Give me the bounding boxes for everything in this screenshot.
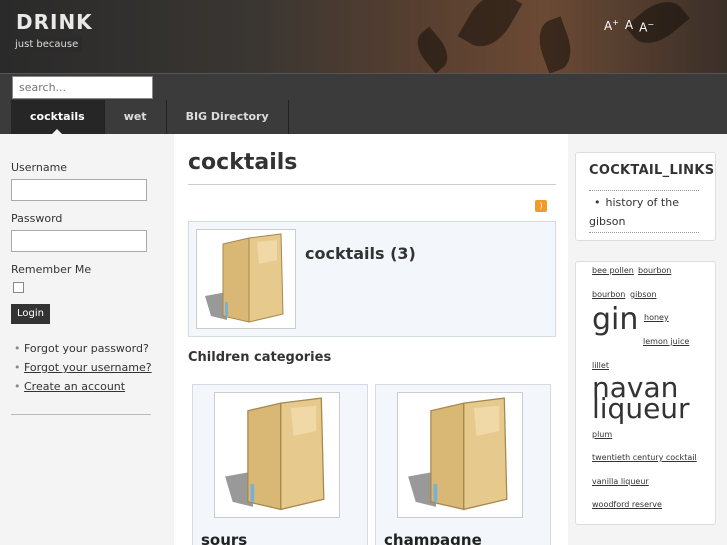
font-increase-button[interactable]: A+	[604, 18, 619, 34]
list-item: Create an account	[14, 380, 152, 393]
create-account-link[interactable]: Create an account	[24, 380, 125, 393]
site-logo[interactable]: DRINK	[16, 10, 93, 34]
nav-tabs: cocktails wet BIG Directory	[11, 100, 289, 134]
site-tagline: just because	[11, 37, 83, 52]
header-leaf-decoration	[457, 0, 523, 56]
child-category-sours: sours	[192, 384, 368, 545]
folder-icon	[205, 233, 284, 323]
child-thumbnail[interactable]	[214, 392, 340, 518]
tag-link[interactable]: bourbon	[592, 290, 625, 299]
username-field[interactable]	[11, 179, 147, 201]
font-increase-label: A	[604, 19, 613, 33]
child-thumbnail[interactable]	[397, 392, 523, 518]
tag-link[interactable]: woodford reserve	[592, 500, 662, 509]
child-category-link[interactable]: sours	[201, 531, 247, 545]
main-navbar: cocktails wet BIG Directory	[0, 73, 727, 134]
password-label: Password	[11, 212, 63, 225]
cocktail-links-module: COCKTAIL_LINKS history of the gibson	[575, 152, 716, 241]
category-link[interactable]: cocktails (3)	[305, 244, 416, 263]
page-title: cocktails	[188, 150, 298, 175]
right-sidebar: COCKTAIL_LINKS history of the gibson bee…	[568, 134, 727, 545]
username-label: Username	[11, 161, 68, 174]
tag-link[interactable]: vanilla liqueur	[592, 477, 649, 486]
tab-cocktails[interactable]: cocktails	[11, 100, 105, 134]
divider	[589, 232, 699, 233]
tab-big-directory[interactable]: BIG Directory	[167, 100, 289, 134]
tag-link[interactable]: gin	[592, 302, 638, 337]
tag-link[interactable]: bourbon	[638, 266, 671, 275]
divider	[188, 184, 556, 185]
login-links: Forgot your password? Forgot your userna…	[14, 342, 152, 399]
child-category-champagne: champagne	[375, 384, 551, 545]
remember-me-checkbox[interactable]	[13, 282, 24, 293]
module-title: COCKTAIL_LINKS	[589, 163, 715, 178]
category-panel: cocktails (3)	[188, 221, 556, 337]
tag-link[interactable]: plum	[592, 430, 612, 439]
remember-me-label: Remember Me	[11, 263, 92, 276]
search-input[interactable]	[12, 76, 153, 99]
folder-icon	[408, 397, 508, 511]
font-size-controls: A+ A A−	[604, 18, 654, 34]
folder-icon	[225, 397, 325, 511]
main-content: cocktails ) cocktails (3) Children categ…	[174, 134, 568, 545]
tab-wet[interactable]: wet	[105, 100, 167, 134]
category-thumbnail[interactable]	[196, 229, 296, 329]
forgot-password-link[interactable]: Forgot your password?	[24, 342, 149, 355]
list-item: Forgot your username?	[14, 361, 152, 374]
rss-feed-icon[interactable]: )	[535, 200, 547, 212]
tag-link[interactable]: twentieth century cocktail	[592, 453, 697, 462]
site-header: DRINK just because A+ A A−	[0, 0, 727, 73]
login-sidebar: Username Password Remember Me Login Forg…	[0, 134, 174, 545]
font-reset-button[interactable]: A	[625, 18, 633, 34]
history-of-gibson-link[interactable]: history of the gibson	[589, 193, 699, 231]
children-heading: Children categories	[188, 350, 332, 365]
divider	[589, 190, 699, 191]
child-category-link[interactable]: champagne	[384, 531, 482, 545]
tag-link[interactable]: liqueur	[592, 395, 690, 423]
login-button[interactable]: Login	[11, 304, 50, 324]
password-field[interactable]	[11, 230, 147, 252]
tag-link[interactable]: lemon juice	[643, 337, 689, 346]
list-item: Forgot your password?	[14, 342, 152, 355]
divider	[11, 414, 151, 415]
tag-link[interactable]: lillet	[592, 361, 609, 370]
header-leaf-decoration	[410, 26, 455, 73]
tag-link[interactable]: honey	[644, 313, 669, 322]
tag-cloud-module: bee pollen bourbon bourbon gibson gin ho…	[575, 261, 716, 525]
font-decrease-button[interactable]: A−	[639, 20, 654, 34]
tag-link[interactable]: bee pollen	[592, 266, 634, 275]
header-leaf-decoration	[532, 16, 578, 73]
forgot-username-link[interactable]: Forgot your username?	[24, 361, 152, 374]
tag-link[interactable]: gibson	[630, 290, 657, 299]
